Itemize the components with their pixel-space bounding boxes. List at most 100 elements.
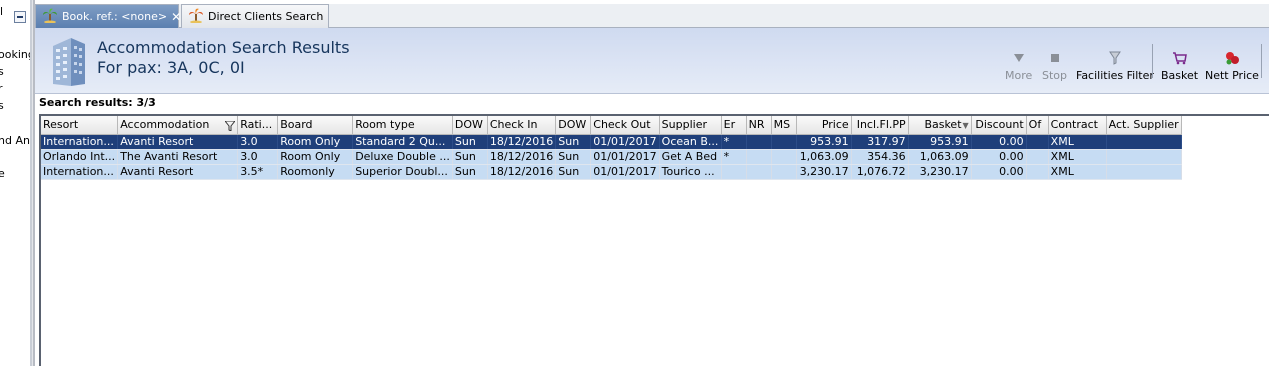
- table-cell: 18/12/2016: [487, 134, 557, 150]
- table-row[interactable]: Orlando Int... The Avanti Resort 3.0 Room O…: [41, 149, 1182, 165]
- table-cell: Avanti Resort: [117, 134, 239, 150]
- column-header-of[interactable]: Of: [1026, 116, 1049, 135]
- search-results-count: Search results: 3/3: [39, 96, 156, 109]
- column-header-check-out[interactable]: Check Out: [590, 116, 660, 135]
- sort-descending-icon: ▼: [962, 121, 969, 131]
- table-cell: [771, 149, 797, 165]
- table-cell: Avanti Resort: [117, 164, 239, 180]
- basket-button[interactable]: Basket: [1161, 42, 1198, 82]
- table-cell: 953.91: [796, 134, 852, 150]
- table-cell: 18/12/2016: [487, 149, 557, 165]
- column-header-basket[interactable]: Basket▼: [908, 116, 972, 135]
- palm-tree-icon: [42, 7, 58, 26]
- more-button[interactable]: More: [1005, 42, 1032, 82]
- collapse-panel-button[interactable]: [14, 11, 26, 23]
- column-header-discount[interactable]: Discount: [971, 116, 1027, 135]
- tab-booking-reference[interactable]: Book. ref.: <none> ✕: [35, 4, 181, 28]
- column-header-nr[interactable]: NR: [746, 116, 772, 135]
- results-table: Resort Accommodation Rati... Board Room …: [41, 116, 1182, 180]
- table-cell: 3,230.17: [908, 164, 972, 180]
- table-cell: Internation...: [41, 164, 119, 180]
- column-header-ms[interactable]: MS: [771, 116, 797, 135]
- results-grid: Resort Accommodation Rati... Board Room …: [39, 114, 1269, 366]
- column-header-contract[interactable]: Contract: [1048, 116, 1107, 135]
- table-header-row: Resort Accommodation Rati... Board Room …: [41, 116, 1182, 135]
- left-navigation-panel: l ooking s r s nd Ana e: [0, 0, 32, 366]
- pax-summary: For pax: 3A, 0C, 0I: [97, 58, 245, 77]
- tab-direct-clients-search[interactable]: Direct Clients Search: [181, 4, 329, 28]
- table-cell: Sun: [452, 164, 488, 180]
- left-panel-item[interactable]: s: [0, 65, 4, 78]
- table-cell: [1106, 134, 1182, 150]
- page-title: Accommodation Search Results: [97, 38, 350, 57]
- column-header-supplier[interactable]: Supplier: [659, 116, 722, 135]
- stop-icon: [1047, 50, 1063, 66]
- table-cell: 0.00: [971, 134, 1027, 150]
- filter-icon[interactable]: [224, 120, 237, 133]
- column-header-resort[interactable]: Resort: [41, 116, 119, 135]
- table-row[interactable]: Internation... Avanti Resort 3.5* Roomonly S…: [41, 164, 1182, 180]
- table-cell: Sun: [555, 164, 592, 180]
- column-header-rating[interactable]: Rati...: [237, 116, 279, 135]
- left-panel-item[interactable]: e: [0, 167, 5, 180]
- table-cell: 953.91: [908, 134, 972, 150]
- table-cell: 3,230.17: [796, 164, 852, 180]
- column-header-er[interactable]: Er: [721, 116, 747, 135]
- table-cell: XML: [1048, 149, 1107, 165]
- table-cell: 0.00: [971, 149, 1027, 165]
- table-cell: 01/01/2017: [590, 164, 660, 180]
- table-cell: 01/01/2017: [590, 134, 660, 150]
- table-cell: *: [721, 149, 747, 165]
- column-header-room-type[interactable]: Room type: [352, 116, 453, 135]
- table-cell: [1026, 134, 1049, 150]
- column-header-board[interactable]: Board: [277, 116, 354, 135]
- table-cell: XML: [1048, 134, 1107, 150]
- column-header-dow-in[interactable]: DOW: [452, 116, 488, 135]
- table-cell: 3.0: [237, 134, 279, 150]
- table-cell: 0.00: [971, 164, 1027, 180]
- toolbar-separator: [1152, 44, 1153, 78]
- column-header-accommodation[interactable]: Accommodation: [117, 116, 239, 135]
- stop-button[interactable]: Stop: [1042, 42, 1067, 82]
- column-header-price[interactable]: Price: [796, 116, 852, 135]
- table-cell: Sun: [555, 149, 592, 165]
- table-cell: Deluxe Double ...: [352, 149, 453, 165]
- facilities-filter-button[interactable]: Facilities Filter: [1076, 42, 1154, 82]
- table-cell: [1106, 164, 1182, 180]
- table-cell: [1026, 149, 1049, 165]
- table-cell: Sun: [555, 134, 592, 150]
- table-cell: 18/12/2016: [487, 164, 557, 180]
- table-cell: 1,063.09: [796, 149, 852, 165]
- table-row[interactable]: Internation... Avanti Resort 3.0 Room Only S…: [41, 134, 1182, 150]
- nett-price-button[interactable]: Nett Price: [1205, 42, 1259, 82]
- table-cell: Tourico ...: [659, 164, 722, 180]
- table-cell: [1106, 149, 1182, 165]
- toolbar-separator: [1261, 44, 1262, 78]
- table-cell: 1,063.09: [908, 149, 972, 165]
- left-panel-item[interactable]: l: [0, 5, 3, 18]
- palm-tree-icon: [188, 7, 204, 26]
- close-icon[interactable]: ✕: [171, 10, 181, 24]
- table-cell: 01/01/2017: [590, 149, 660, 165]
- tab-strip: Book. ref.: <none> ✕ Direct Clients Sear…: [35, 4, 1269, 28]
- table-cell: Sun: [452, 149, 488, 165]
- left-panel-item[interactable]: s: [0, 99, 4, 112]
- left-panel-item[interactable]: r: [0, 82, 3, 95]
- column-header-incl-fl-pp[interactable]: Incl.Fl.PP: [851, 116, 909, 135]
- column-header-check-in[interactable]: Check In: [487, 116, 557, 135]
- table-cell: Ocean B...: [659, 134, 722, 150]
- left-panel-item[interactable]: ooking: [0, 48, 32, 61]
- column-header-act-supplier[interactable]: Act. Supplier: [1106, 116, 1182, 135]
- table-cell: Sun: [452, 134, 488, 150]
- table-cell: 317.97: [851, 134, 909, 150]
- table-cell: Roomonly: [277, 164, 354, 180]
- table-cell: XML: [1048, 164, 1107, 180]
- table-cell: The Avanti Resort: [117, 149, 239, 165]
- left-panel-item[interactable]: nd Ana: [0, 134, 32, 147]
- column-header-dow-out[interactable]: DOW: [555, 116, 592, 135]
- table-cell: Room Only: [277, 149, 354, 165]
- basket-icon: [1172, 50, 1188, 66]
- filter-funnel-icon: [1107, 50, 1123, 66]
- tab-label: Book. ref.: <none>: [62, 10, 168, 23]
- table-cell: [746, 134, 772, 150]
